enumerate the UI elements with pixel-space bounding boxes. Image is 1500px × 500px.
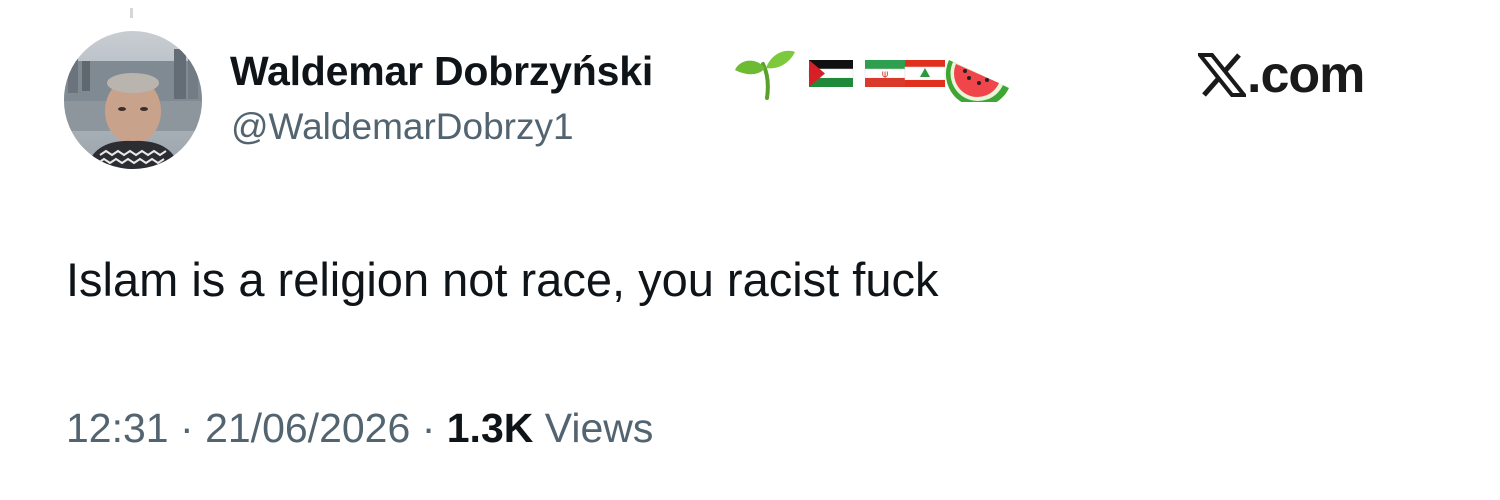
seedling-icon (735, 50, 795, 100)
meta-separator: · (180, 405, 194, 451)
meta-separator: · (421, 405, 436, 451)
palestine-flag-icon (808, 60, 854, 87)
tweet-meta: 12:31 · 21/06/2026 · 1.3K Views (66, 405, 653, 452)
views-count[interactable]: 1.3K (447, 405, 534, 451)
x-logo-icon (1198, 53, 1246, 97)
views-label: Views (544, 405, 654, 451)
iran-flag-icon: ψ (864, 60, 906, 87)
author-handle[interactable]: @WaldemarDobrzy1 (231, 106, 574, 148)
lebanon-flag-icon (904, 60, 946, 87)
svg-text:ψ: ψ (882, 69, 889, 80)
avatar[interactable] (64, 31, 202, 169)
platform-domain-label: .com (1247, 46, 1365, 104)
tweet-date[interactable]: 21/06/2026 (205, 405, 410, 451)
platform-branding: .com (1198, 46, 1365, 104)
author-display-name[interactable]: Waldemar Dobrzyński (230, 48, 653, 95)
speck (130, 8, 133, 18)
tweet-text: Islam is a religion not race, you racist… (66, 253, 939, 306)
watermelon-icon (945, 60, 1009, 108)
tweet-time[interactable]: 12:31 (66, 405, 169, 451)
name-emoji-row: ψ (733, 46, 1013, 108)
tweet-card: Waldemar Dobrzyński ψ @WaldemarDobrzy1 .… (0, 0, 1500, 500)
